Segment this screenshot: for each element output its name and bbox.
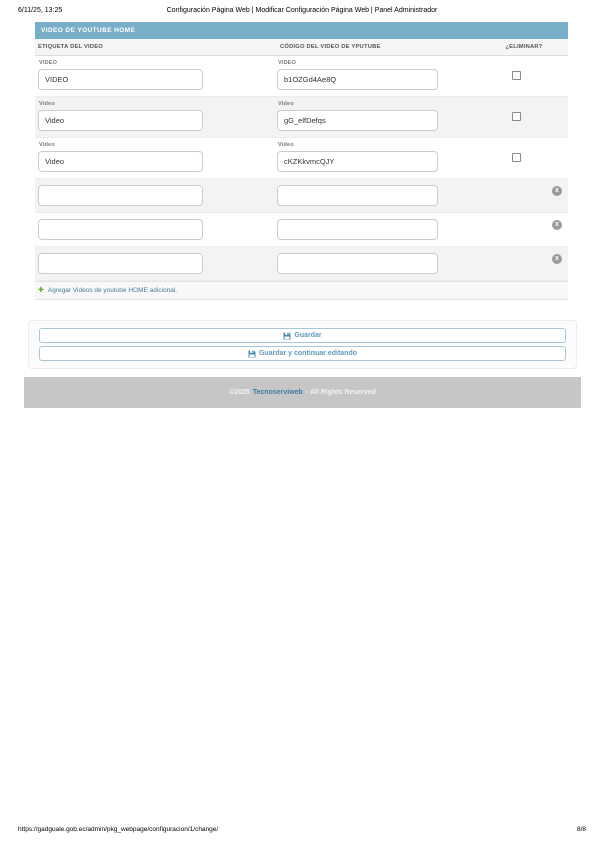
etiqueta-input[interactable] <box>38 253 203 274</box>
eliminar-cell <box>480 97 568 137</box>
youtube-home-module: VIDEO DE YOUTUBE HOME ETIQUETA DEL VIDEO… <box>35 22 568 300</box>
module-title: VIDEO DE YOUTUBE HOME <box>35 22 568 39</box>
etiqueta-input[interactable] <box>38 219 203 240</box>
field-label: Video <box>278 142 480 148</box>
copyright-text: ©2025 <box>229 389 250 396</box>
codigo-cell <box>277 247 480 280</box>
etiqueta-input[interactable] <box>38 151 203 172</box>
print-page-title: Configuración Página Web | Modificar Con… <box>0 7 604 14</box>
codigo-cell <box>277 179 480 212</box>
codigo-cell <box>277 213 480 246</box>
submit-row: Guardar Guardar y continuar editando <box>28 320 577 369</box>
save-icon <box>248 350 256 358</box>
field-label: Video <box>39 101 277 107</box>
add-row: ✚ Agregar Videos de youtube HOME adicion… <box>35 281 568 300</box>
etiqueta-input[interactable] <box>38 69 203 90</box>
column-header-codigo: CÓDIGO DEL VIDEO DE YPUTUBE <box>277 39 480 55</box>
field-label: VIDEO <box>39 60 277 66</box>
eliminar-checkbox[interactable] <box>512 112 521 121</box>
remove-cell: x <box>480 247 568 280</box>
site-footer: ©2025 Tecnoserviweb - All Rights Reserve… <box>24 377 581 408</box>
codigo-cell: Video <box>277 97 480 137</box>
table-row: Video Video <box>35 138 568 179</box>
eliminar-cell <box>480 56 568 96</box>
etiqueta-cell <box>35 213 277 246</box>
etiqueta-input[interactable] <box>38 110 203 131</box>
save-button-label: Guardar <box>294 332 321 339</box>
save-continue-button[interactable]: Guardar y continuar editando <box>39 346 566 361</box>
plus-icon: ✚ <box>38 287 44 294</box>
remove-row-icon[interactable]: x <box>552 220 562 230</box>
save-button[interactable]: Guardar <box>39 328 566 343</box>
field-label: Video <box>278 101 480 107</box>
print-header: 6/11/25, 13:25 Configuración Página Web … <box>0 6 604 18</box>
etiqueta-cell <box>35 179 277 212</box>
table-header-row: ETIQUETA DEL VIDEO CÓDIGO DEL VIDEO DE Y… <box>35 39 568 56</box>
etiqueta-input[interactable] <box>38 185 203 206</box>
print-url: https://gadguale.gob.ec/admin/pkg_webpag… <box>18 826 218 833</box>
codigo-cell: VIDEO <box>277 56 480 96</box>
remove-row-icon[interactable]: x <box>552 254 562 264</box>
table-row: Video Video <box>35 97 568 138</box>
rights-text: - All Rights Reserved <box>306 389 376 396</box>
eliminar-checkbox[interactable] <box>512 71 521 80</box>
table-row-empty: x <box>35 213 568 247</box>
field-label: VIDEO <box>278 60 480 66</box>
codigo-input[interactable] <box>277 151 438 172</box>
save-continue-button-label: Guardar y continuar editando <box>259 350 357 357</box>
brand-link[interactable]: Tecnoserviweb <box>253 389 303 396</box>
remove-cell: x <box>480 213 568 246</box>
column-header-etiqueta: ETIQUETA DEL VIDEO <box>35 39 277 55</box>
remove-cell: x <box>480 179 568 212</box>
codigo-input[interactable] <box>277 219 438 240</box>
etiqueta-cell: Video <box>35 97 277 137</box>
table-row: VIDEO VIDEO <box>35 56 568 97</box>
eliminar-checkbox[interactable] <box>512 153 521 162</box>
codigo-input[interactable] <box>277 185 438 206</box>
content-area: VIDEO DE YOUTUBE HOME ETIQUETA DEL VIDEO… <box>28 22 577 408</box>
field-label: Video <box>39 142 277 148</box>
etiqueta-cell <box>35 247 277 280</box>
print-page-number: 8/8 <box>577 826 586 833</box>
codigo-input[interactable] <box>277 110 438 131</box>
remove-row-icon[interactable]: x <box>552 186 562 196</box>
etiqueta-cell: VIDEO <box>35 56 277 96</box>
eliminar-cell <box>480 138 568 178</box>
codigo-cell: Video <box>277 138 480 178</box>
print-footer: https://gadguale.gob.ec/admin/pkg_webpag… <box>0 826 604 838</box>
save-icon <box>283 332 291 340</box>
codigo-input[interactable] <box>277 69 438 90</box>
table-row-empty: x <box>35 247 568 281</box>
add-video-link[interactable]: Agregar Videos de youtube HOME adicional… <box>48 287 177 294</box>
etiqueta-cell: Video <box>35 138 277 178</box>
column-header-eliminar: ¿ELIMINAR? <box>480 39 568 55</box>
codigo-input[interactable] <box>277 253 438 274</box>
table-row-empty: x <box>35 179 568 213</box>
